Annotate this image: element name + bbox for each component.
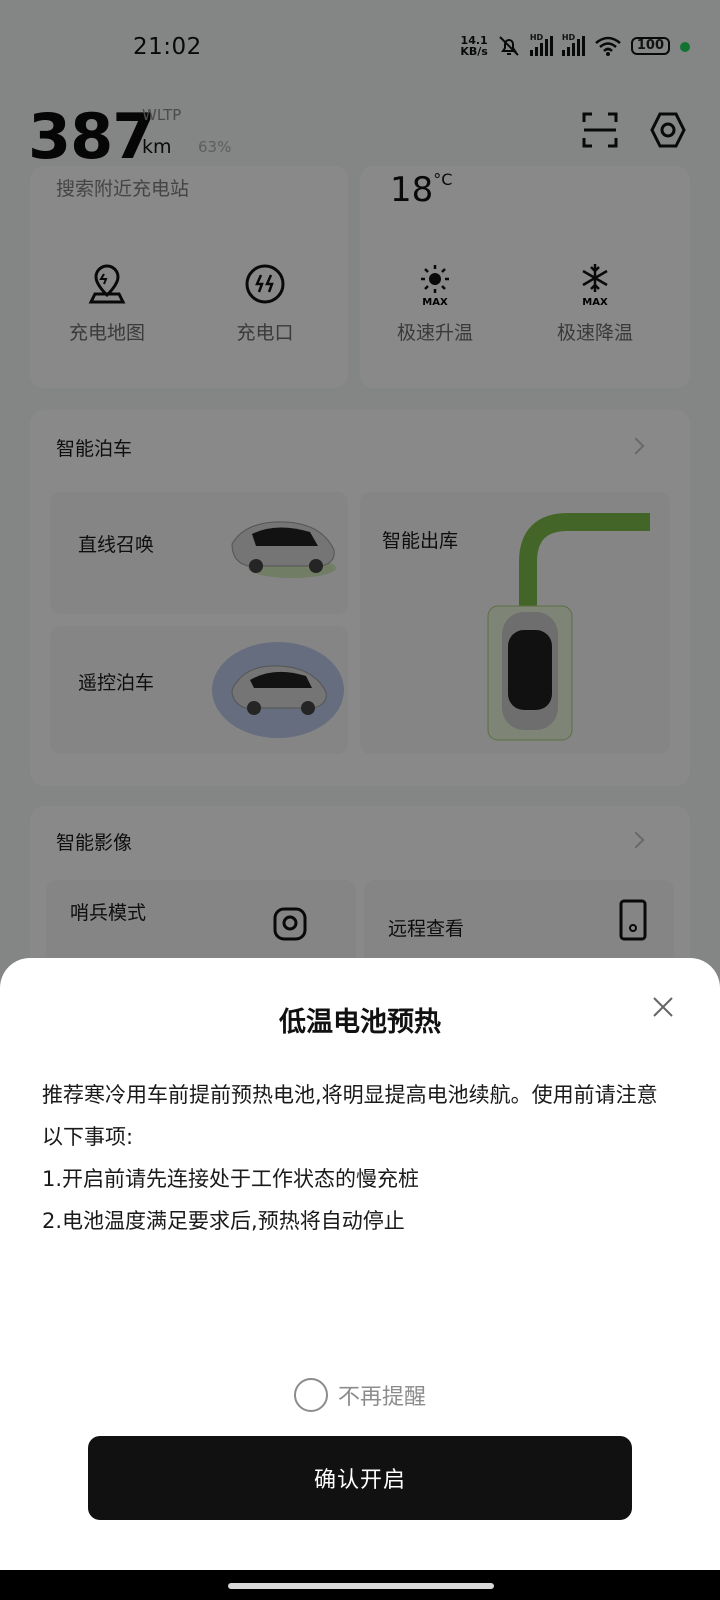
dont-remind-label: 不再提醒 [337, 1385, 426, 1410]
dialog-body-intro: 推荐寒冷用车前提前预热电池,将明显提高电池续航。使用前请注意以下事项: [42, 1083, 658, 1149]
battery-preheat-dialog: 低温电池预热 推荐寒冷用车前提前预热电池,将明显提高电池续航。使用前请注意以下事… [0, 958, 720, 1570]
dialog-body: 推荐寒冷用车前提前预热电池,将明显提高电池续航。使用前请注意以下事项: 1.开启… [42, 1074, 678, 1242]
home-gesture-handle[interactable] [228, 1583, 494, 1589]
close-icon[interactable] [650, 994, 676, 1020]
dont-remind-radio[interactable] [293, 1378, 328, 1412]
confirm-enable-button[interactable]: 确认开启 [88, 1436, 632, 1520]
dialog-body-item-2: 2.电池温度满足要求后,预热将自动停止 [42, 1209, 405, 1233]
dialog-title: 低温电池预热 [279, 1007, 441, 1038]
dialog-body-item-1: 1.开启前请先连接处于工作状态的慢充桩 [42, 1167, 420, 1191]
dont-remind-option[interactable]: 不再提醒 [0, 1378, 720, 1412]
